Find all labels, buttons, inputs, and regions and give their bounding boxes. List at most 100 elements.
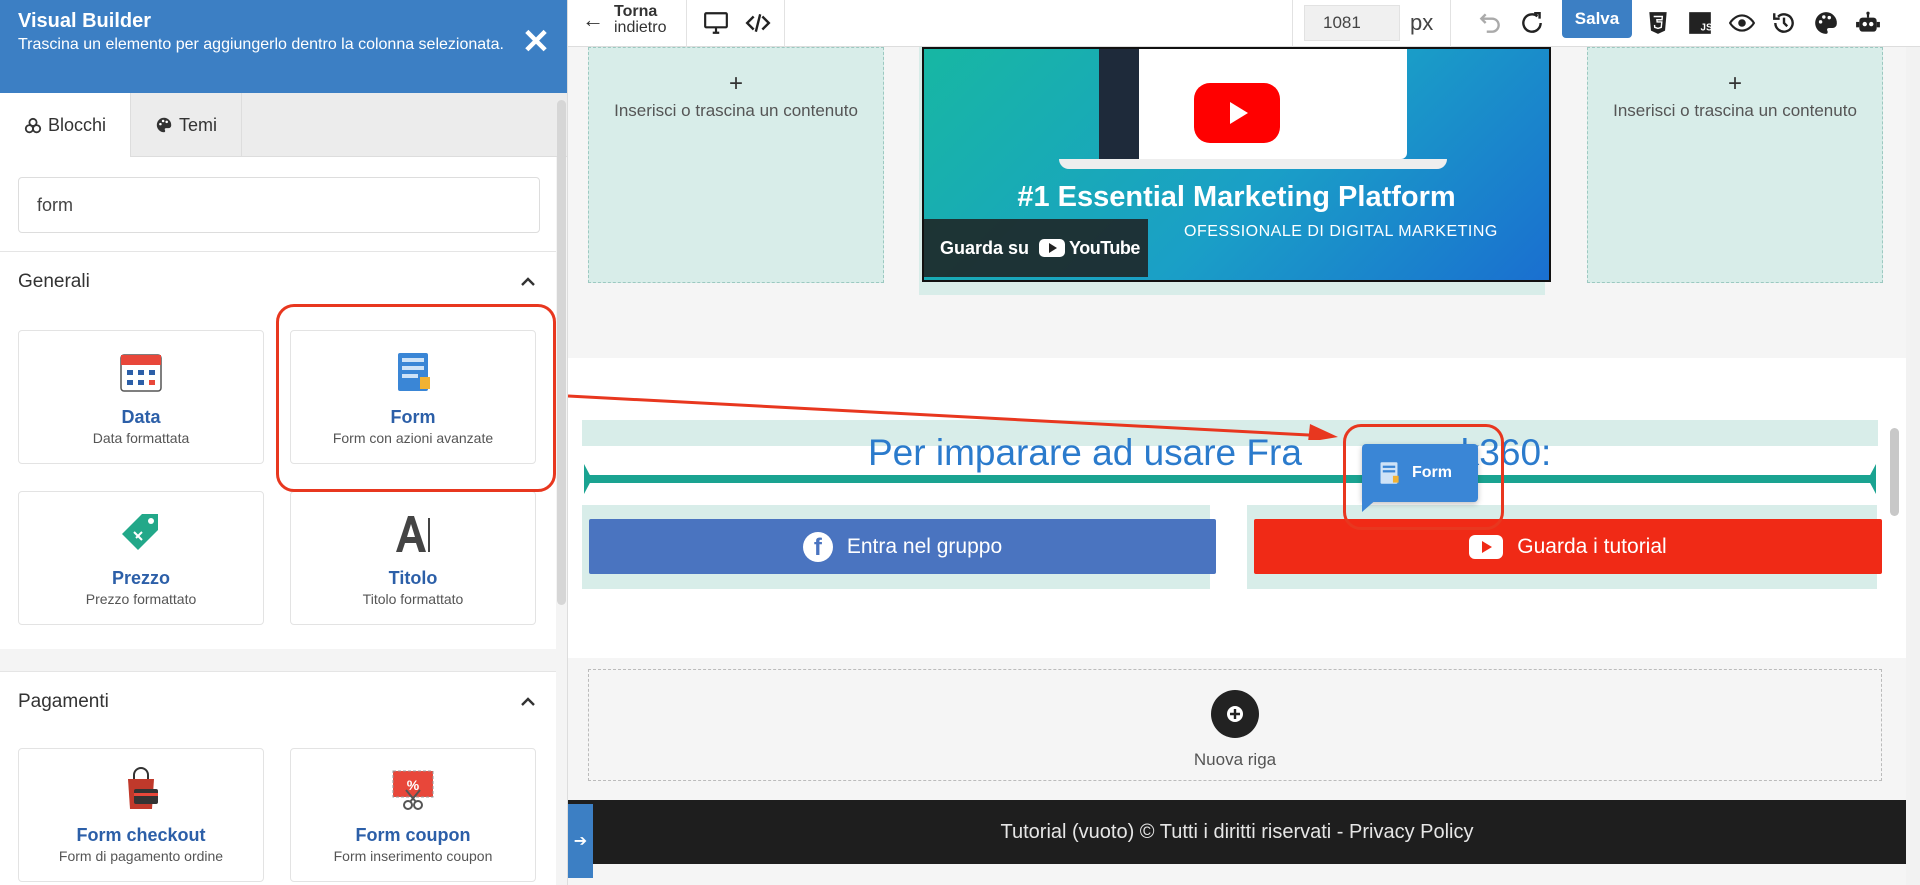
editor-toolbar: ← Tornaindietro px Salva JS [568,0,1920,47]
robot-icon[interactable] [1850,6,1886,40]
watch-on-youtube-button[interactable]: Guarda su YouTube [924,219,1148,277]
checkout-icon [19,767,263,813]
youtube-icon [1039,239,1066,257]
button-label: Guarda i tutorial [1517,534,1667,558]
new-row-label: Nuova riga [1193,750,1277,769]
palette-icon [156,117,172,133]
divider-cap-right [1868,464,1876,494]
section-generali[interactable]: Generali [0,251,556,311]
card-name: Data [121,407,161,427]
youtube-video-embed[interactable]: #1 Essential Marketing Platform OFESSION… [922,47,1551,282]
tab-temi[interactable]: Temi [131,93,243,157]
card-desc: Form inserimento coupon [333,848,493,864]
page-footer[interactable]: Tutorial (vuoto) © Tutti i diritti riser… [568,800,1906,864]
preview-eye-icon[interactable] [1724,6,1760,40]
back-label-line1: Torna [614,3,658,20]
chevron-up-icon[interactable] [518,692,538,712]
play-icon [1230,102,1248,124]
video-title: #1 Essential Marketing Platform [1017,181,1456,213]
card-desc: Titolo formattato [362,591,464,607]
block-card-form-checkout[interactable]: Form checkout Form di pagamento ordine [18,748,264,882]
toolbar-divider [1292,0,1293,47]
card-name: Titolo [388,568,438,588]
desktop-view-icon[interactable] [698,6,734,40]
section-title: Generali [18,270,90,292]
coupon-icon: % [291,767,535,813]
back-label: Torna indietro [614,4,666,36]
divider-line [585,475,1875,483]
drop-hint: Inserisci o trascina un contenuto [1613,101,1857,120]
width-unit: px [1410,10,1434,35]
search-input[interactable] [18,177,540,233]
youtube-logo: YouTube [1039,238,1140,259]
canvas-scrollbar-track [1906,47,1920,885]
card-name: Form checkout [76,825,206,845]
card-desc: Prezzo formattato [85,591,197,607]
redo-icon[interactable] [1514,6,1550,40]
panel-tabs: Blocchi Temi [0,93,567,158]
drag-arrow-annotation [568,394,1338,440]
button-label: Entra nel gruppo [846,534,1003,558]
canvas-bottom [568,864,1906,885]
join-group-button[interactable]: f Entra nel gruppo [589,519,1216,574]
back-label-line2: indietro [614,19,667,36]
plus-circle-icon [1211,690,1259,738]
save-button[interactable]: Salva [1562,0,1632,38]
divider-cap-left [584,464,592,494]
history-icon[interactable] [1766,6,1802,40]
card-name: Prezzo [111,568,171,588]
panel-subtitle: Trascina un elemento per aggiungerlo den… [18,36,504,53]
watch-label: Guarda su [940,237,1030,258]
section-divider [0,649,556,671]
form-card-highlight [276,304,556,492]
youtube-brand: YouTube [1069,237,1140,258]
block-card-titolo[interactable]: Titolo Titolo formattato [290,491,536,625]
laptop-illustration-base [1059,159,1447,169]
youtube-icon [1469,534,1504,559]
tab-blocchi[interactable]: Blocchi [0,93,132,158]
panel-header: Visual Builder Trascina un elemento per … [0,0,567,93]
laptop-sidebar [1099,49,1139,159]
expand-arrow-icon[interactable]: ➔ [568,804,593,878]
code-icon[interactable] [740,6,776,40]
blocks-icon [24,117,42,133]
svg-text:%: % [407,777,420,793]
card-desc: Data formattata [92,430,190,446]
new-row-button[interactable]: Nuova riga [588,669,1882,781]
block-card-data[interactable]: Data Data formattata [18,330,264,464]
javascript-icon[interactable]: JS [1682,6,1718,40]
back-button[interactable]: ← Torna indietro [582,4,666,36]
section-pagamenti[interactable]: Pagamenti [0,671,556,731]
toolbar-divider [1450,0,1451,47]
plus-icon: + [1727,70,1742,97]
drop-target-highlight [1343,424,1504,530]
block-card-prezzo[interactable]: Prezzo Prezzo formattato [18,491,264,625]
palette-icon[interactable] [1808,6,1844,40]
search-box [18,177,540,233]
youtube-play-button[interactable] [1194,83,1280,143]
canvas-scrollbar[interactable] [1890,428,1899,516]
blocks-list: Generali Data Data formattata Form Form … [0,157,556,885]
panel-title: Visual Builder [18,10,152,32]
svg-text:JS: JS [1701,23,1713,34]
panel-scrollbar[interactable] [557,100,566,605]
toolbar-divider [686,0,687,47]
facebook-icon: f [802,531,833,562]
empty-column-left[interactable]: + Inserisci o trascina un contenuto [588,47,884,283]
close-icon[interactable]: ✕ [520,25,552,59]
price-tag-icon [19,510,263,556]
watch-tutorials-button[interactable]: Guarda i tutorial [1254,519,1882,574]
toolbar-divider [784,0,785,47]
video-subtitle: OFESSIONALE DI DIGITAL MARKETING [1184,223,1498,240]
undo-icon[interactable] [1472,6,1508,40]
tab-label: Blocchi [48,115,107,135]
calendar-icon [19,349,263,395]
html5-icon[interactable] [1640,6,1676,40]
card-name: Form coupon [355,825,471,845]
empty-column-right[interactable]: + Inserisci o trascina un contenuto [1587,47,1883,283]
tab-label: Temi [179,114,218,135]
block-card-form-coupon[interactable]: % Form coupon Form inserimento coupon [290,748,536,882]
section-title: Pagamenti [18,690,109,712]
chevron-up-icon[interactable] [518,272,538,292]
canvas-width-input[interactable] [1304,5,1400,41]
